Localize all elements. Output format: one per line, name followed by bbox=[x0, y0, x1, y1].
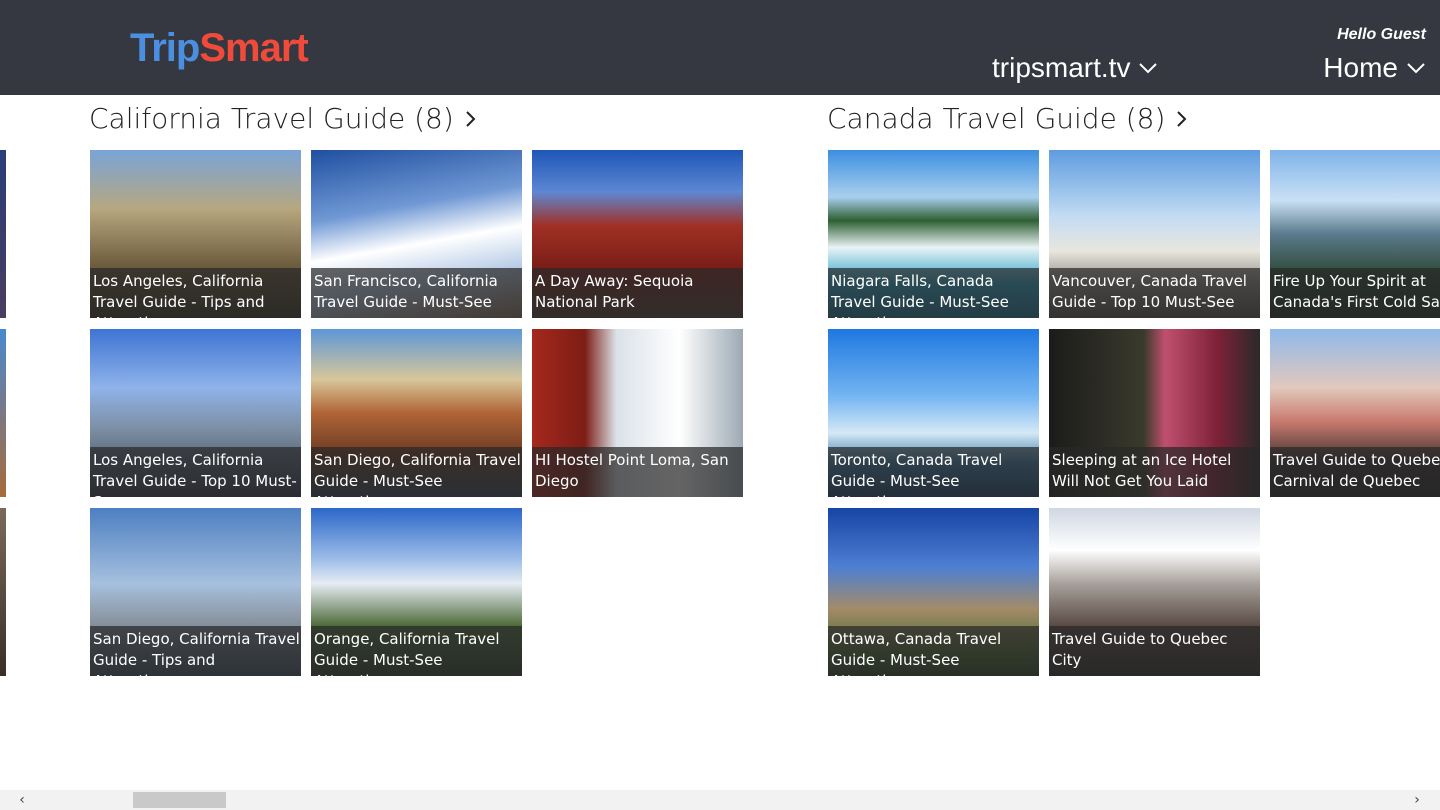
video-title: San Diego, California Travel Guide - Mus… bbox=[311, 447, 522, 497]
video-tile[interactable]: Travel Guide to Quebec City bbox=[1049, 508, 1260, 676]
video-tile[interactable]: A Day Away: Sequoia National Park bbox=[532, 150, 743, 318]
video-tile[interactable]: HI Hostel Point Loma, San Diego bbox=[532, 329, 743, 497]
video-title: A Day Away: Sequoia National Park bbox=[532, 268, 743, 318]
video-title: Los Angeles, California Travel Guide - T… bbox=[90, 447, 301, 497]
video-tile[interactable]: Los Angeles, California Travel Guide - T… bbox=[90, 150, 301, 318]
video-title: Toronto, Canada Travel Guide - Must-See … bbox=[828, 447, 1039, 497]
video-tile[interactable]: San Diego, California Travel Guide - Tip… bbox=[90, 508, 301, 676]
video-tile[interactable]: Niagara Falls, Canada Travel Guide - Mus… bbox=[828, 150, 1039, 318]
scroll-left-button[interactable]: ‹ bbox=[12, 790, 32, 810]
video-tile[interactable]: Sleeping at an Ice Hotel Will Not Get Yo… bbox=[1049, 329, 1260, 497]
california-section-header[interactable]: California Travel Guide (8) bbox=[89, 102, 478, 135]
video-tile[interactable]: Los Angeles, California Travel Guide - T… bbox=[90, 329, 301, 497]
video-title: Sleeping at an Ice Hotel Will Not Get Yo… bbox=[1049, 447, 1260, 497]
section-title: California Travel Guide (8) bbox=[89, 102, 454, 135]
tripsmart-logo[interactable]: TripSmart bbox=[130, 24, 309, 72]
home-dropdown[interactable]: Home bbox=[1323, 52, 1426, 84]
video-title: San Diego, California Travel Guide - Tip… bbox=[90, 626, 301, 676]
video-tile[interactable]: Travel Guide to Quebec - Carnival de Que… bbox=[1270, 329, 1440, 497]
logo-smart-text: Smart bbox=[199, 26, 308, 70]
header-bar: TripSmart Hello Guest tripsmart.tv Home bbox=[0, 0, 1440, 95]
home-dropdown-label: Home bbox=[1323, 52, 1398, 83]
video-title: HI Hostel Point Loma, San Diego bbox=[532, 447, 743, 497]
chevron-down-icon bbox=[1407, 63, 1425, 74]
video-tile[interactable]: Toronto, Canada Travel Guide - Must-See … bbox=[828, 329, 1039, 497]
video-title: Niagara Falls, Canada Travel Guide - Mus… bbox=[828, 268, 1039, 318]
scroll-right-button[interactable]: › bbox=[1407, 790, 1427, 810]
canada-section-header[interactable]: Canada Travel Guide (8) bbox=[827, 102, 1189, 135]
video-title: Ottawa, Canada Travel Guide - Must-See A… bbox=[828, 626, 1039, 676]
partial-tile bbox=[0, 329, 6, 497]
video-tile[interactable]: Ottawa, Canada Travel Guide - Must-See A… bbox=[828, 508, 1039, 676]
site-dropdown-label: tripsmart.tv bbox=[992, 52, 1131, 83]
video-title: San Francisco, California Travel Guide -… bbox=[311, 268, 522, 318]
video-title: Los Angeles, California Travel Guide - T… bbox=[90, 268, 301, 318]
video-title: Fire Up Your Spirit at Canada's First Co… bbox=[1270, 268, 1440, 318]
user-greeting[interactable]: Hello Guest bbox=[1337, 26, 1426, 44]
video-title: Vancouver, Canada Travel Guide - Top 10 … bbox=[1049, 268, 1260, 318]
video-title: Travel Guide to Quebec - Carnival de Que… bbox=[1270, 447, 1440, 497]
video-tile[interactable]: Fire Up Your Spirit at Canada's First Co… bbox=[1270, 150, 1440, 318]
horizontal-scrollbar[interactable]: ‹ › bbox=[0, 790, 1440, 810]
partial-tile bbox=[0, 150, 6, 318]
chevron-right-icon bbox=[1177, 110, 1187, 127]
video-tile[interactable]: Orange, California Travel Guide - Must-S… bbox=[311, 508, 522, 676]
scroll-thumb[interactable] bbox=[133, 792, 226, 808]
section-title: Canada Travel Guide (8) bbox=[827, 102, 1166, 135]
video-tile[interactable]: Vancouver, Canada Travel Guide - Top 10 … bbox=[1049, 150, 1260, 318]
app-window: TripSmart Hello Guest tripsmart.tv Home … bbox=[0, 0, 1440, 810]
chevron-right-icon bbox=[466, 110, 476, 127]
video-tile[interactable]: San Diego, California Travel Guide - Mus… bbox=[311, 329, 522, 497]
logo-trip-text: Trip bbox=[130, 26, 200, 70]
video-title: Orange, California Travel Guide - Must-S… bbox=[311, 626, 522, 676]
video-title: Travel Guide to Quebec City bbox=[1049, 626, 1260, 676]
site-dropdown[interactable]: tripsmart.tv bbox=[992, 52, 1158, 84]
video-tile[interactable]: San Francisco, California Travel Guide -… bbox=[311, 150, 522, 318]
chevron-down-icon bbox=[1139, 63, 1158, 74]
partial-tile bbox=[0, 508, 6, 676]
